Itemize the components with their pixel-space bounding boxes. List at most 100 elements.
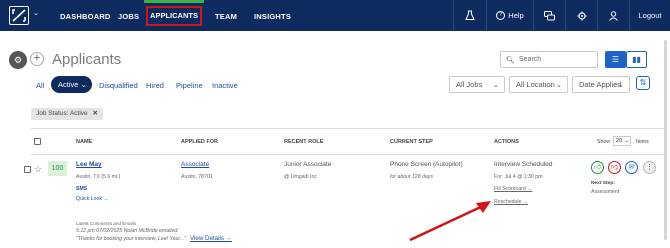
- active-indicator: [144, 0, 204, 3]
- close-icon[interactable]: ✕: [92, 110, 97, 117]
- sidebar-toggle-button[interactable]: ⚙: [9, 51, 27, 69]
- filter-chip: Job Status: Active ✕: [31, 108, 103, 120]
- tab-active[interactable]: Active ⌄: [51, 76, 92, 93]
- star-icon[interactable]: ☆: [34, 164, 42, 175]
- board-icon: ▮▮: [632, 55, 641, 64]
- more-vertical-icon: ⋮: [646, 164, 653, 171]
- header-current-step[interactable]: CURRENT STEP: [390, 139, 433, 145]
- top-nav: ⌄ DASHBOARD JOBS APPLICANTS TEAM INSIGHT…: [0, 0, 670, 31]
- nav-dashboard[interactable]: DASHBOARD: [60, 12, 111, 21]
- nav-team[interactable]: TEAM: [215, 12, 237, 21]
- thumbs-down-icon: 👎︎: [610, 164, 619, 171]
- tab-disqualified[interactable]: Disqualified: [99, 81, 138, 90]
- swap-icon: ⇅: [639, 78, 647, 87]
- thumbs-down-button[interactable]: 👎︎: [608, 161, 621, 174]
- select-all-checkbox[interactable]: [34, 138, 41, 145]
- chevron-down-icon: ⌄: [624, 138, 629, 144]
- message-button[interactable]: ✉: [625, 161, 638, 174]
- sort-button[interactable]: ⇅: [636, 76, 650, 90]
- row-checkbox[interactable]: [24, 166, 31, 173]
- comments-label: Latest Comments and Emails: [76, 221, 136, 226]
- location-dropdown[interactable]: All Location ⌄: [509, 76, 568, 93]
- jobs-dropdown-label: All Jobs: [456, 80, 483, 89]
- gear-icon: [577, 11, 586, 20]
- chat-icon: [544, 10, 555, 20]
- applicant-name[interactable]: Lee May: [76, 161, 102, 168]
- tab-inactive[interactable]: Inactive: [212, 81, 238, 90]
- reschedule-link[interactable]: Reschedule →: [494, 199, 528, 205]
- items-label: Items: [636, 139, 649, 145]
- header-recent-role[interactable]: RECENT ROLE: [284, 139, 323, 145]
- sms-badge[interactable]: SMS: [76, 186, 87, 192]
- nav-insights[interactable]: INSIGHTS: [254, 12, 291, 21]
- thumbs-up-button[interactable]: 👍︎: [591, 161, 604, 174]
- chevron-down-icon: ⌄: [80, 80, 87, 89]
- search-input[interactable]: 🔍︎ Search: [500, 51, 598, 68]
- next-step-label: Next Step:: [591, 181, 615, 186]
- settings-button[interactable]: [565, 0, 597, 31]
- chat-button[interactable]: [533, 0, 565, 31]
- scrollbar[interactable]: [664, 40, 667, 240]
- applied-job-link[interactable]: Associate: [181, 161, 209, 168]
- more-button[interactable]: ⋮: [643, 161, 656, 174]
- recent-role: Junior Associate: [284, 161, 332, 168]
- header-actions: ACTIONS: [494, 139, 519, 145]
- search-icon: 🔍︎: [506, 57, 515, 64]
- divider: [31, 154, 667, 155]
- page-size-select[interactable]: 20 ⌄: [613, 136, 631, 146]
- quick-look-link[interactable]: Quick Look →: [76, 196, 109, 202]
- date-applied-label: Date Applied: [579, 80, 622, 89]
- chevron-down-icon[interactable]: ⌄: [33, 9, 39, 17]
- tab-pipeline[interactable]: Pipeline: [176, 81, 203, 90]
- help-label: Help: [508, 11, 524, 20]
- chevron-down-icon: ⌄: [617, 80, 624, 89]
- nav-jobs[interactable]: JOBS: [118, 12, 139, 21]
- user-button[interactable]: [597, 0, 629, 31]
- help-icon: ?: [496, 11, 506, 20]
- board-view-button[interactable]: ▮▮: [626, 51, 647, 68]
- view-details-link[interactable]: View Details →: [190, 235, 232, 242]
- show-label: Show: [597, 139, 610, 145]
- filter-chip-label: Job Status: Active: [36, 110, 88, 117]
- user-icon: [609, 10, 618, 21]
- tab-all[interactable]: All: [36, 81, 44, 90]
- date-applied-dropdown[interactable]: Date Applied ⌄: [572, 76, 630, 93]
- header-name[interactable]: NAME: [76, 139, 92, 145]
- applicant-location: Austin, TX (5.6 mi.): [76, 174, 121, 180]
- logout-button[interactable]: Logout: [629, 0, 670, 31]
- action-status: Interview Scheduled: [494, 161, 553, 168]
- list-icon: ☰: [611, 55, 620, 64]
- page-title: Applicants: [52, 51, 122, 68]
- thumbs-up-icon: 👍︎: [593, 164, 602, 171]
- list-view-button[interactable]: ☰: [605, 51, 626, 68]
- score-badge: 100: [48, 161, 67, 176]
- logo[interactable]: [9, 6, 29, 25]
- chat-icon: ✉: [628, 164, 635, 171]
- step-duration: for about 128 days: [390, 174, 433, 180]
- recent-company: @ Umgadi Inc: [284, 174, 317, 180]
- location-dropdown-label: All Location: [516, 80, 555, 89]
- next-step-value: Assessment: [591, 189, 620, 195]
- comment-text: "Thanks for booking your interview, Lee!…: [76, 236, 187, 242]
- nav-applicants[interactable]: APPLICANTS: [146, 6, 202, 26]
- divider: [31, 128, 667, 129]
- page-size-value: 20: [616, 138, 623, 144]
- search-placeholder: Search: [519, 56, 542, 63]
- add-applicant-button[interactable]: +: [30, 52, 44, 66]
- tab-active-label: Active: [58, 80, 79, 89]
- applied-job-location: Austin, 78701: [181, 174, 213, 180]
- header-applied-for[interactable]: APPLIED FOR: [181, 139, 218, 145]
- annotation-arrow: [409, 201, 491, 242]
- tab-hired[interactable]: Hired: [146, 81, 164, 90]
- comment-meta: 5:12 pm 07/02/2025 Nolan McBride emailed…: [76, 228, 179, 234]
- lab-flask-button[interactable]: [453, 0, 486, 31]
- help-button[interactable]: ? Help: [486, 0, 533, 31]
- jobs-dropdown[interactable]: All Jobs ⌄: [449, 76, 505, 93]
- sliders-icon: ⚙: [13, 55, 23, 65]
- fill-scorecard-link[interactable]: Fill Scorecard →: [494, 186, 532, 192]
- chevron-down-icon: ⌄: [492, 80, 499, 89]
- chevron-down-icon: ⌄: [555, 80, 562, 89]
- flask-icon: [465, 10, 475, 20]
- current-step: Phone Screen (Autopilot): [390, 161, 463, 168]
- action-time: For: Jul 4 @ 1:30 pm: [494, 174, 543, 180]
